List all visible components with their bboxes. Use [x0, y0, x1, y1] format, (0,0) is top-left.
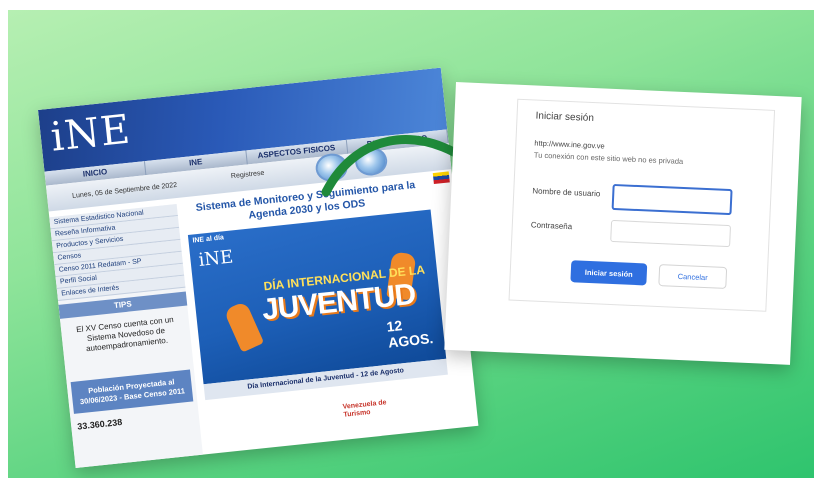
- site-date: Lunes, 05 de Septiembre de 2022: [71, 181, 178, 200]
- banner-tag: INE al día: [192, 234, 225, 245]
- ine-logo: iNE: [48, 106, 133, 161]
- tourism-logo[interactable]: Venezuela de Turismo: [342, 399, 391, 434]
- password-input[interactable]: [610, 219, 732, 248]
- dialog-url: http://www.ine.gov.ve: [534, 138, 605, 151]
- password-label: Contraseña: [530, 220, 573, 232]
- login-dialog: Iniciar sesión http://www.ine.gov.ve Tu …: [508, 98, 776, 312]
- username-label: Nombre de usuario: [532, 186, 601, 199]
- site-main: Sistema de Monitoreo y Seguimiento para …: [180, 174, 456, 459]
- youth-day-banner[interactable]: INE al día iNE DÍA INTERNACIONAL DE LA J…: [187, 209, 447, 385]
- banner-date: 12 AGOS.: [385, 317, 434, 351]
- privacy-warning: Tu conexión con este sitio web no es pri…: [533, 150, 684, 166]
- cancel-button[interactable]: Cancelar: [658, 264, 728, 289]
- register-link[interactable]: Registrese: [231, 170, 265, 180]
- person-figure-icon: [223, 300, 265, 353]
- banner-logo: iNE: [197, 246, 235, 271]
- dialog-title: Iniciar sesión: [535, 110, 595, 125]
- login-dialog-screenshot: Iniciar sesión http://www.ine.gov.ve Tu …: [444, 82, 802, 365]
- signin-button[interactable]: Iniciar sesión: [570, 260, 648, 286]
- username-input[interactable]: [611, 183, 733, 216]
- background-scene: iNE INICIO INE ASPECTOS FISICOS DEMOGRAF…: [8, 10, 814, 478]
- site-sidebar: Sistema Estadistico Nacional Reseña Info…: [49, 204, 204, 469]
